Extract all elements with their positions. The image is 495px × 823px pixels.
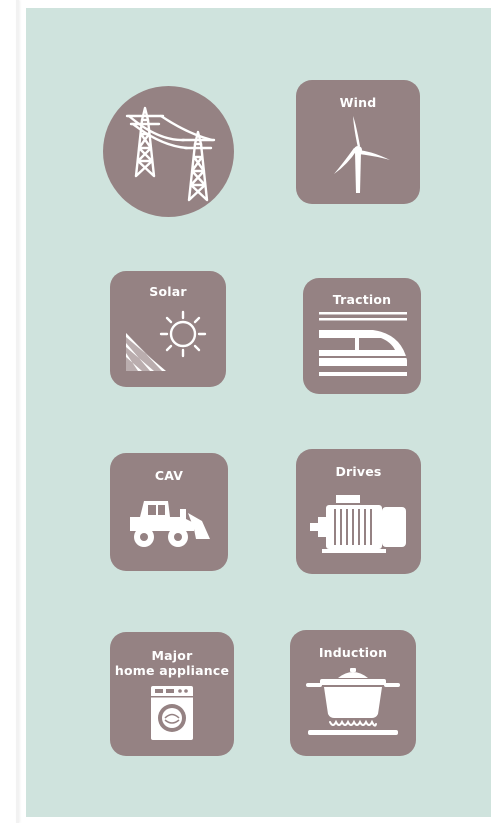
applications-panel (26, 8, 491, 817)
high-speed-train-icon (319, 312, 407, 376)
sun-panel-icon (126, 310, 207, 371)
electric-motor-icon (310, 495, 406, 553)
left-border (16, 0, 19, 823)
washing-machine-icon (151, 686, 193, 740)
home-appliance-tile[interactable]: Major home appliance (110, 632, 234, 756)
power-transmission-tower-icon (125, 106, 216, 202)
wind-tile[interactable]: Wind (296, 80, 420, 204)
drives-tile[interactable]: Drives (296, 449, 421, 574)
traction-tile[interactable]: Traction (303, 278, 421, 394)
cooking-pot-icon (306, 668, 400, 735)
wheel-loader-icon (130, 501, 210, 547)
cav-tile[interactable]: CAV (110, 453, 228, 571)
solar-tile[interactable]: Solar (110, 271, 226, 387)
wind-turbine-icon (334, 116, 390, 193)
grid-tile[interactable] (103, 86, 234, 217)
induction-tile[interactable]: Induction (290, 630, 416, 756)
